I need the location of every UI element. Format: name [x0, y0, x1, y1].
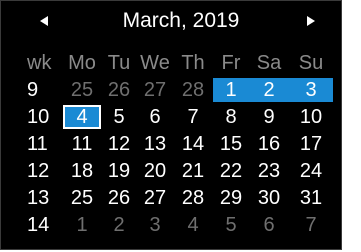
- day-cell[interactable]: 30: [249, 186, 289, 210]
- day-cell[interactable]: 22: [213, 159, 249, 183]
- day-cell[interactable]: 3: [289, 78, 333, 102]
- week-row: 12 18 19 20 21 22 23 24: [25, 159, 333, 186]
- day-cell[interactable]: 11: [63, 132, 101, 156]
- day-cell[interactable]: 24: [289, 159, 333, 183]
- day-cell[interactable]: 28: [173, 78, 213, 102]
- day-cell[interactable]: 26: [101, 186, 137, 210]
- week-row: 11 11 12 13 14 15 16 17: [25, 132, 333, 159]
- triangle-left-icon: [40, 16, 48, 26]
- day-cell[interactable]: 14: [173, 132, 213, 156]
- prev-month-button[interactable]: [36, 13, 52, 29]
- weekday-header-su: Su: [298, 52, 324, 74]
- weekday-header-mo: Mo: [68, 52, 96, 74]
- day-cell[interactable]: 21: [173, 159, 213, 183]
- month-year-title[interactable]: March, 2019: [81, 7, 281, 35]
- day-cell[interactable]: 28: [173, 186, 213, 210]
- day-cell[interactable]: 25: [63, 78, 101, 102]
- day-cell[interactable]: 4: [173, 213, 213, 237]
- week-number: 14: [27, 214, 50, 236]
- day-cell[interactable]: 4: [63, 105, 101, 129]
- weekday-header-tu: Tu: [107, 52, 131, 74]
- week-number-header: wk: [27, 52, 52, 74]
- day-cell[interactable]: 18: [63, 159, 101, 183]
- week-number: 12: [27, 160, 50, 182]
- day-cell[interactable]: 10: [289, 105, 333, 129]
- weekday-header-we: We: [140, 52, 170, 74]
- week-row: 10 4 5 6 7 8 9 10: [25, 105, 333, 132]
- weekday-header-th: Th: [181, 52, 205, 74]
- week-number: 10: [27, 106, 50, 128]
- calendar-header: March, 2019: [1, 1, 343, 39]
- day-cell[interactable]: 12: [101, 132, 137, 156]
- day-cell[interactable]: 13: [137, 132, 173, 156]
- calendar-widget: March, 2019 wk Mo Tu We Th Fr Sa Su 9 25 2…: [0, 0, 342, 250]
- calendar-grid: wk Mo Tu We Th Fr Sa Su 9 25 26 27 28 1 2 3 10 4 5…: [25, 51, 333, 240]
- day-cell[interactable]: 25: [63, 186, 101, 210]
- day-cell[interactable]: 6: [137, 105, 173, 129]
- day-cell[interactable]: 2: [101, 213, 137, 237]
- week-number: 13: [27, 187, 50, 209]
- day-cell[interactable]: 5: [101, 105, 137, 129]
- day-cell[interactable]: 19: [101, 159, 137, 183]
- day-cell[interactable]: 5: [213, 213, 249, 237]
- day-cell[interactable]: 23: [249, 159, 289, 183]
- week-row: 14 1 2 3 4 5 6 7: [25, 213, 333, 240]
- day-cell[interactable]: 9: [249, 105, 289, 129]
- day-cell[interactable]: 29: [213, 186, 249, 210]
- day-cell[interactable]: 16: [249, 132, 289, 156]
- weekday-header-row: wk Mo Tu We Th Fr Sa Su: [25, 51, 333, 78]
- day-cell[interactable]: 1: [63, 213, 101, 237]
- day-cell[interactable]: 26: [101, 78, 137, 102]
- weekday-header-sa: Sa: [256, 52, 282, 74]
- day-cell[interactable]: 6: [249, 213, 289, 237]
- day-cell[interactable]: 27: [137, 186, 173, 210]
- day-cell[interactable]: 1: [213, 78, 249, 102]
- day-cell[interactable]: 7: [289, 213, 333, 237]
- day-cell[interactable]: 3: [137, 213, 173, 237]
- day-cell[interactable]: 2: [249, 78, 289, 102]
- day-cell[interactable]: 31: [289, 186, 333, 210]
- day-cell[interactable]: 15: [213, 132, 249, 156]
- week-number: 9: [27, 79, 39, 101]
- weeks-container: 9 25 26 27 28 1 2 3 10 4 5 6 7 8 9 10 11 11 12 13 14 15 16 17 12…: [25, 78, 333, 240]
- next-month-button[interactable]: [303, 13, 319, 29]
- day-cell[interactable]: 8: [213, 105, 249, 129]
- weekday-header-fr: Fr: [221, 52, 241, 74]
- week-number: 11: [27, 133, 48, 155]
- triangle-right-icon: [307, 16, 315, 26]
- week-row: 13 25 26 27 28 29 30 31: [25, 186, 333, 213]
- day-cell[interactable]: 17: [289, 132, 333, 156]
- day-cell[interactable]: 27: [137, 78, 173, 102]
- day-cell[interactable]: 7: [173, 105, 213, 129]
- day-cell[interactable]: 20: [137, 159, 173, 183]
- week-row: 9 25 26 27 28 1 2 3: [25, 78, 333, 105]
